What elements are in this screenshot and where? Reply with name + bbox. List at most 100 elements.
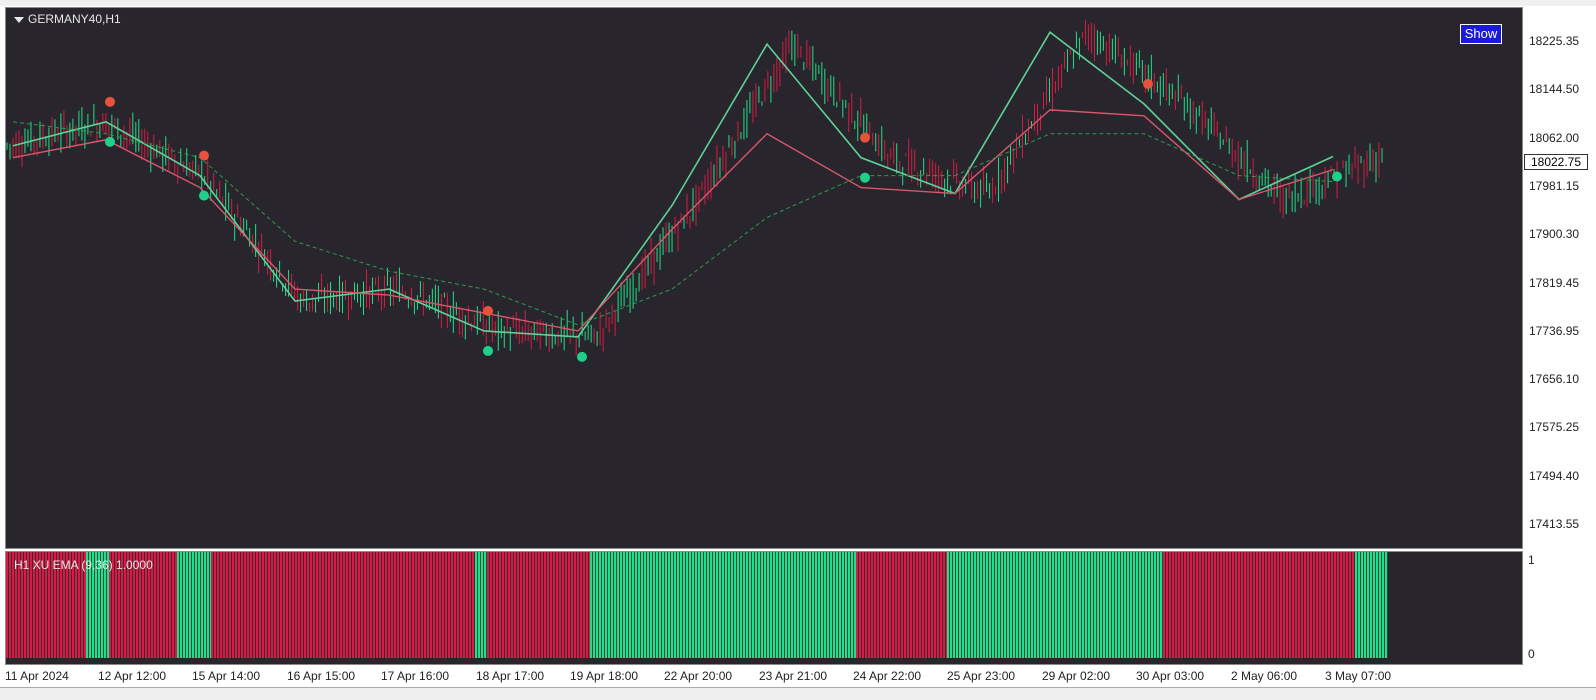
indicator-bar (704, 552, 707, 658)
indicator-bar (617, 552, 620, 658)
indicator-bar (728, 552, 731, 658)
indicator-bar (172, 552, 175, 658)
indicator-bar (677, 552, 680, 658)
indicator-bar (256, 552, 259, 658)
indicator-bar (1037, 552, 1040, 658)
indicator-panel[interactable]: H1 XU EMA (9,36) 1.0000 (5, 551, 1523, 665)
indicator-bar (301, 552, 304, 658)
indicator-bar (974, 552, 977, 658)
indicator-bar (1172, 552, 1175, 658)
indicator-bar (839, 552, 842, 658)
indicator-bar (409, 552, 412, 658)
indicator-bar (659, 552, 662, 658)
indicator-bar (671, 552, 674, 658)
indicator-bar (611, 552, 614, 658)
indicator-bar (331, 552, 334, 658)
indicator-bar (436, 552, 439, 658)
time-label: 12 Apr 12:00 (98, 669, 167, 683)
chart-tabs-bar[interactable] (0, 687, 1596, 700)
indicator-bar (1271, 552, 1274, 658)
indicator-bar (632, 552, 635, 658)
indicator-bar (1115, 552, 1118, 658)
indicator-bar (529, 552, 532, 658)
indicator-bar (322, 552, 325, 658)
indicator-bar (1013, 552, 1016, 658)
indicator-bar (454, 552, 457, 658)
ema-series-line (12, 121, 1334, 326)
indicator-bar (6, 552, 9, 658)
indicator-bar (734, 552, 737, 658)
indicator-bar (824, 552, 827, 658)
indicator-bar (1385, 552, 1388, 658)
indicator-bar (1334, 552, 1337, 658)
indicator-bar (1112, 552, 1115, 658)
indicator-bar (487, 552, 490, 658)
price-chart[interactable]: GERMANY40,H1 Show (5, 7, 1523, 549)
indicator-bar (1043, 552, 1046, 658)
indicator-bar (183, 552, 186, 658)
indicator-bar (427, 552, 430, 658)
indicator-bar (1208, 552, 1211, 658)
price-level-label: 17736.95 (1529, 323, 1580, 338)
indicator-bar (1034, 552, 1037, 658)
indicator-bar (496, 552, 499, 658)
indicator-bar (1292, 552, 1295, 658)
indicator-bar (511, 552, 514, 658)
indicator-bar (947, 552, 950, 658)
indicator-bar (1337, 552, 1340, 658)
indicator-bar (204, 552, 207, 658)
indicator-bar (547, 552, 550, 658)
indicator-bar (400, 552, 403, 658)
indicator-bar (433, 552, 436, 658)
indicator-bar (674, 552, 677, 658)
indicator-bar (577, 552, 580, 658)
indicator-bar (1298, 552, 1301, 658)
indicator-bar (752, 552, 755, 658)
indicator-bar (950, 552, 953, 658)
price-plot (6, 19, 1383, 362)
indicator-bar (910, 552, 913, 658)
indicator-bar (1370, 552, 1373, 658)
indicator-bar (830, 552, 833, 658)
collapse-triangle-icon[interactable] (14, 16, 24, 23)
indicator-bar (1016, 552, 1019, 658)
indicator-bar (680, 552, 683, 658)
indicator-bar (1073, 552, 1076, 658)
indicator-bar (995, 552, 998, 658)
indicator-bar (451, 552, 454, 658)
indicator-bar (460, 552, 463, 658)
indicator-bar (247, 552, 250, 658)
time-label: 29 Apr 02:00 (1042, 669, 1111, 683)
indicator-bar (701, 552, 704, 658)
indicator-bar (1238, 552, 1241, 658)
indicator-bar (874, 552, 877, 658)
indicator-bar (719, 552, 722, 658)
indicator-bar (818, 552, 821, 658)
indicator-bar (1061, 552, 1064, 658)
indicator-bar (562, 552, 565, 658)
indicator-bar (310, 552, 313, 658)
indicator-bar (556, 552, 559, 658)
time-label: 18 Apr 17:00 (476, 669, 545, 683)
indicator-bar (1283, 552, 1286, 658)
indicator-bar (550, 552, 553, 658)
indicator-bar (1304, 552, 1307, 658)
price-level-label: 17819.45 (1529, 275, 1580, 290)
indicator-bar (749, 552, 752, 658)
indicator-bar (1118, 552, 1121, 658)
indicator-bar (388, 552, 391, 658)
indicator-bar (725, 552, 728, 658)
indicator-bar (776, 552, 779, 658)
indicator-bar (325, 552, 328, 658)
indicator-bar (647, 552, 650, 658)
time-label: 19 Apr 18:00 (570, 669, 639, 683)
indicator-bar (337, 552, 340, 658)
show-button[interactable]: Show (1460, 24, 1502, 44)
ema-series-line (12, 109, 1334, 332)
indicator-bar (1343, 552, 1346, 658)
indicator-bar (1103, 552, 1106, 658)
indicator-bar (1325, 552, 1328, 658)
time-label: 24 Apr 22:00 (853, 669, 922, 683)
indicator-bar (1340, 552, 1343, 658)
indicator-bar (698, 552, 701, 658)
